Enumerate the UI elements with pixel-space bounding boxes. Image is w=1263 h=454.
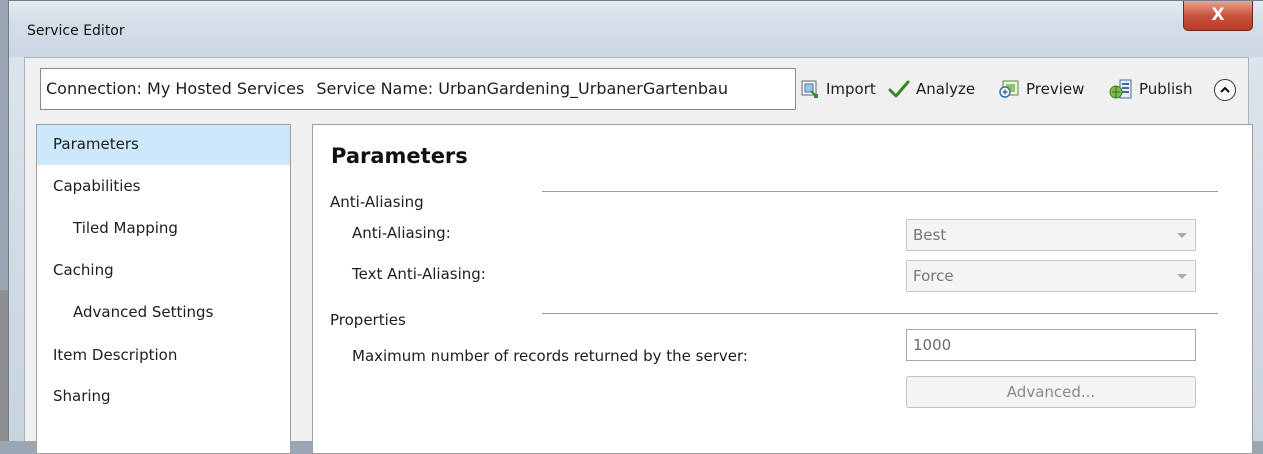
background-window-edge (0, 290, 8, 441)
window-title: Service Editor (27, 23, 125, 39)
chevron-down-icon (1177, 274, 1187, 279)
chevron-up-icon (1220, 86, 1230, 93)
title-bar[interactable]: Service Editor X (9, 1, 1263, 57)
anti-aliasing-label: Anti-Aliasing: (352, 224, 451, 242)
preview-icon (999, 80, 1019, 98)
sidebar-item-tiled-mapping[interactable]: Tiled Mapping (37, 209, 290, 249)
import-button[interactable]: Import (800, 76, 876, 102)
publish-button[interactable]: Publish (1109, 76, 1192, 102)
service-editor-window: Service Editor X Connection: My Hosted S… (8, 0, 1263, 454)
publish-icon (1109, 79, 1132, 99)
analyze-button[interactable]: Analyze (888, 76, 975, 102)
chevron-down-icon (1177, 233, 1187, 238)
service-name-text: Service Name: UrbanGardening_UrbanerGart… (316, 79, 728, 98)
preview-label: Preview (1026, 80, 1085, 98)
sidebar-item-advanced-settings[interactable]: Advanced Settings (37, 293, 290, 333)
sidebar-item-parameters[interactable]: Parameters (37, 125, 290, 165)
advanced-button[interactable]: Advanced... (906, 376, 1196, 408)
publish-label: Publish (1139, 80, 1193, 98)
sidebar-navigation: Parameters Capabilities Tiled Mapping Ca… (36, 124, 291, 454)
anti-aliasing-value: Best (913, 226, 947, 244)
anti-aliasing-select[interactable]: Best (906, 219, 1196, 251)
parameters-panel: Parameters Anti-Aliasing Anti-Aliasing: … (312, 124, 1253, 454)
import-label: Import (826, 80, 876, 98)
anti-aliasing-divider (542, 191, 1218, 192)
properties-divider (542, 313, 1218, 314)
text-anti-aliasing-label: Text Anti-Aliasing: (352, 265, 486, 283)
import-icon (801, 80, 818, 98)
service-info-box: Connection: My Hosted Services Service Na… (40, 68, 796, 110)
sidebar-item-caching[interactable]: Caching (37, 251, 290, 291)
analyze-label: Analyze (916, 80, 976, 98)
preview-button[interactable]: Preview (998, 76, 1084, 102)
page-title: Parameters (331, 144, 468, 168)
client-area: Connection: My Hosted Services Service Na… (24, 57, 1253, 454)
collapse-button[interactable] (1214, 79, 1236, 101)
close-button[interactable]: X (1183, 1, 1253, 31)
max-records-label: Maximum number of records returned by th… (352, 347, 748, 365)
connection-text: Connection: My Hosted Services (46, 79, 305, 98)
anti-aliasing-group-label: Anti-Aliasing (330, 193, 424, 211)
properties-group-label: Properties (330, 311, 406, 329)
sidebar-item-capabilities[interactable]: Capabilities (37, 167, 290, 207)
sidebar-item-sharing[interactable]: Sharing (37, 377, 290, 417)
text-anti-aliasing-select[interactable]: Force (906, 260, 1196, 292)
text-anti-aliasing-value: Force (913, 267, 954, 285)
sidebar-item-item-description[interactable]: Item Description (37, 336, 290, 376)
checkmark-icon (888, 80, 910, 98)
max-records-input[interactable]: 1000 (906, 329, 1196, 361)
